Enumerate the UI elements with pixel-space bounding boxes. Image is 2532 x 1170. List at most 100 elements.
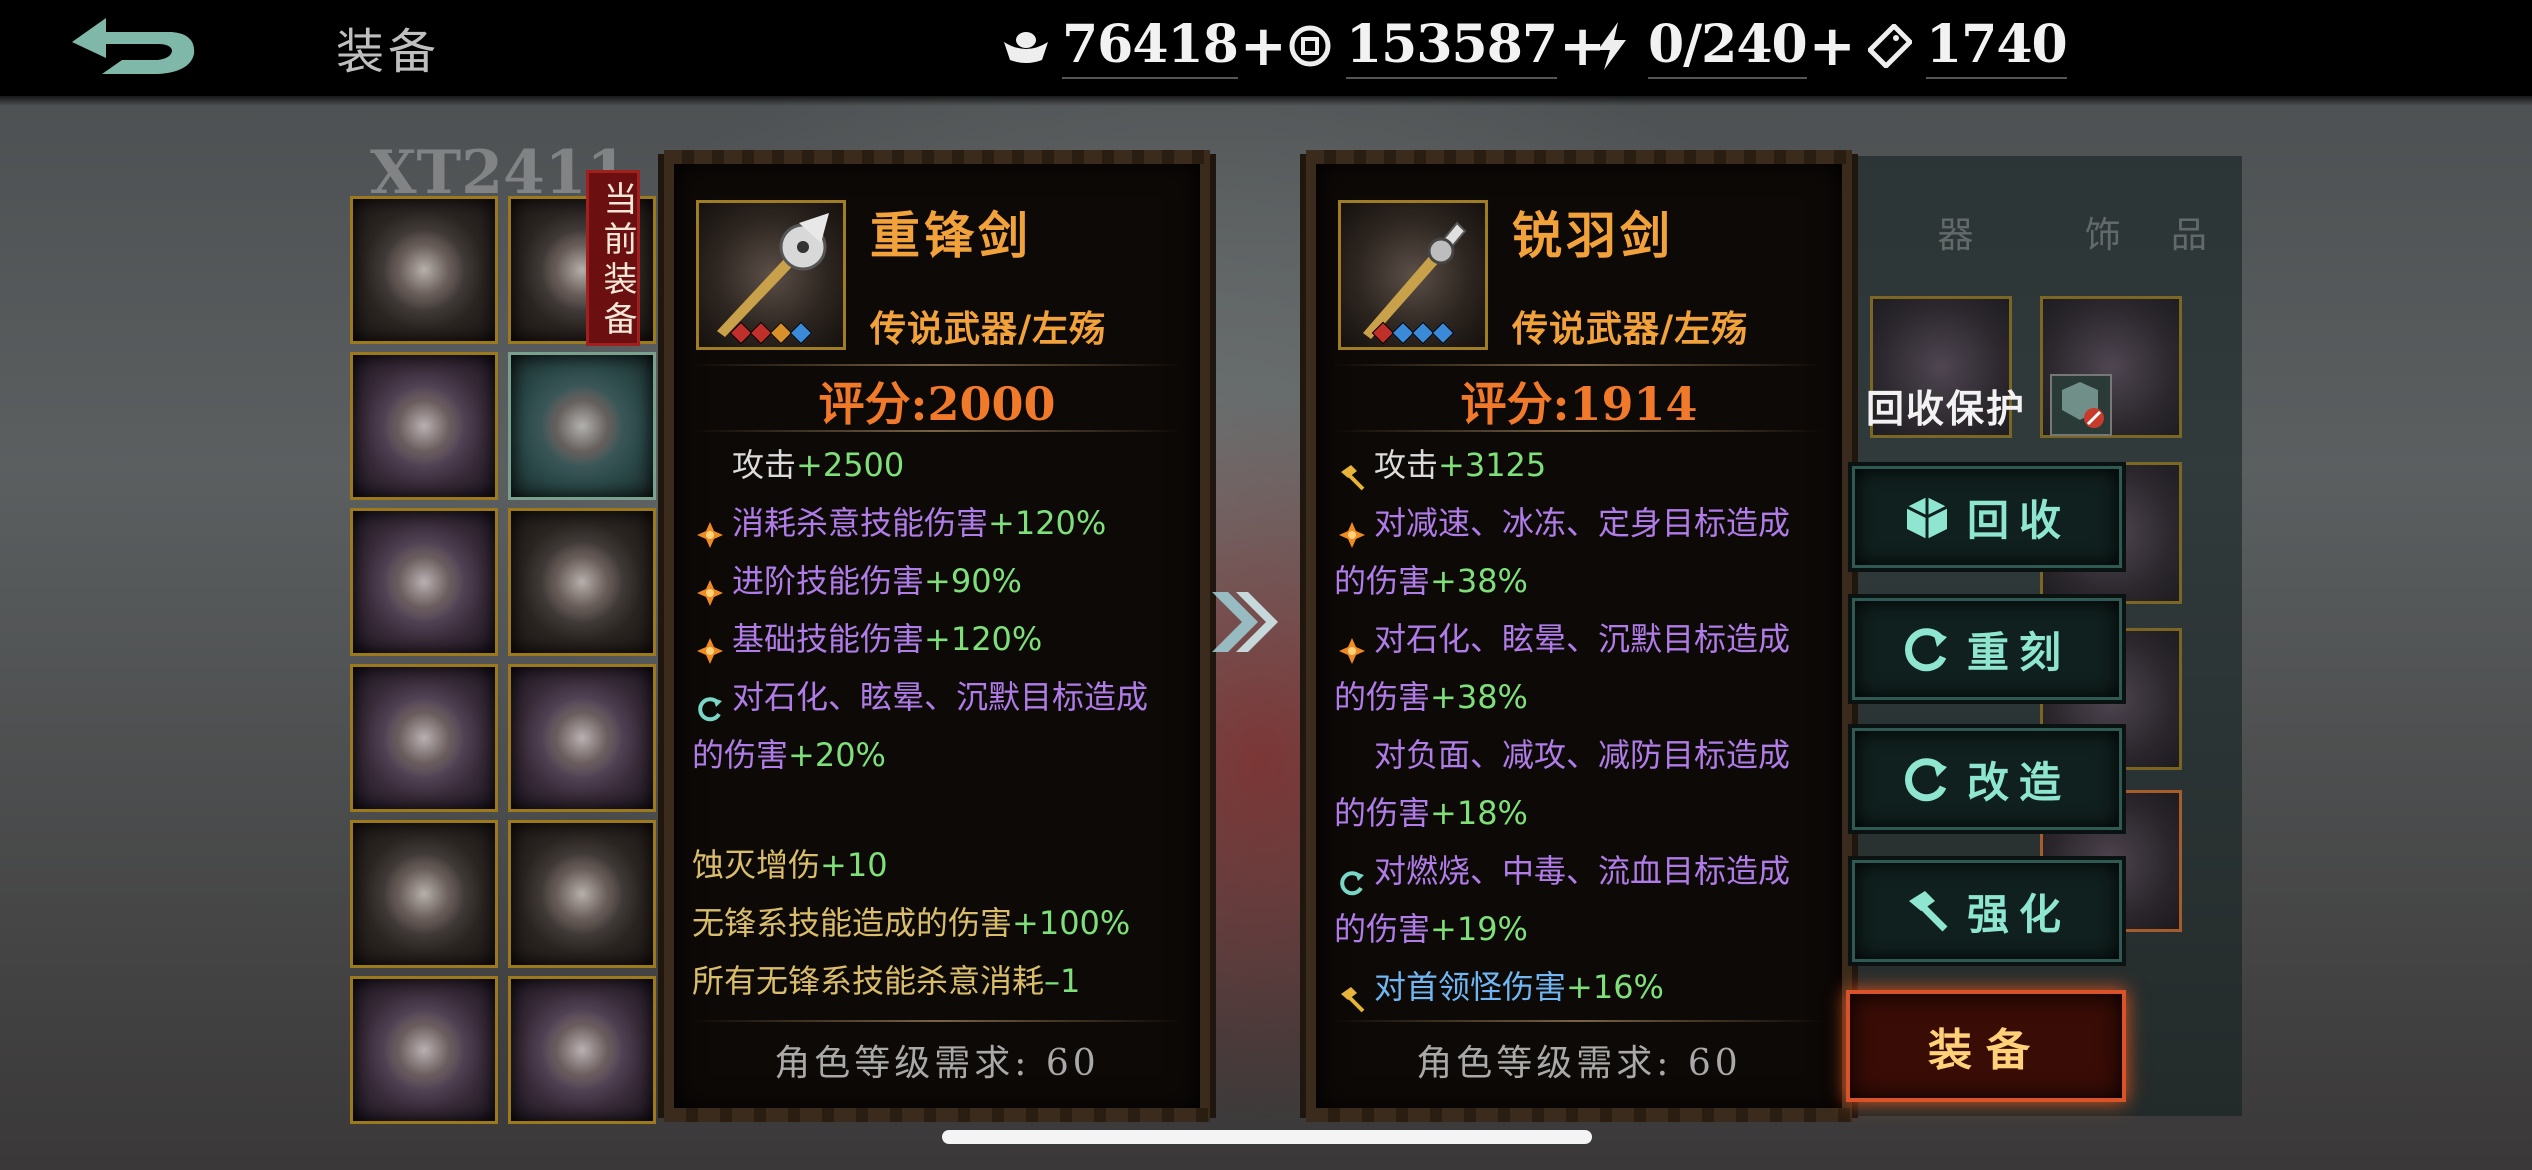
refresh-icon bbox=[1338, 857, 1366, 896]
stat-text: 对燃烧、中毒、流血目标造成 bbox=[1374, 852, 1791, 890]
stat-text-cont: 的伤害 bbox=[1334, 794, 1431, 832]
cube-icon bbox=[1906, 497, 1948, 539]
gem-icon bbox=[1431, 321, 1455, 345]
stat-text: 对石化、眩晕、沉默目标造成 bbox=[1374, 620, 1791, 658]
button-label: 回收 bbox=[1966, 495, 2071, 545]
stat-text: 对石化、眩晕、沉默目标造成 bbox=[732, 678, 1149, 716]
add-silver-button[interactable]: + bbox=[1240, 14, 1287, 79]
stat-value: +38% bbox=[1430, 562, 1528, 600]
inventory-slot[interactable] bbox=[350, 820, 498, 968]
stat-value: +3125 bbox=[1438, 446, 1547, 484]
divider bbox=[692, 1020, 1182, 1022]
item-art bbox=[383, 853, 465, 935]
diamond-icon bbox=[696, 567, 724, 606]
stat-value: +38% bbox=[1430, 678, 1528, 716]
inventory-slot[interactable] bbox=[350, 196, 498, 344]
hammer-icon bbox=[1338, 973, 1366, 1013]
inventory-slot[interactable] bbox=[508, 820, 656, 968]
current-item-card: 重锋剑 传说武器/左殇 评分:2000 攻击+2500 消耗杀意技能伤害+120%… bbox=[664, 150, 1210, 1122]
divider bbox=[692, 430, 1182, 432]
modify-button[interactable]: 改造 bbox=[1852, 728, 2122, 830]
stat-text: 对首领怪伤害 bbox=[1374, 968, 1567, 1006]
item-art bbox=[383, 229, 465, 311]
compare-item-card: 锐羽剑 传说武器/左殇 评分:1914 攻击+3125 对减速、冰冻、定身目标造成… bbox=[1306, 150, 1852, 1122]
item-type: 传说武器/左殇 bbox=[870, 308, 1107, 350]
stat-value: +90% bbox=[924, 562, 1022, 600]
stat-text: 基础技能伤害 bbox=[732, 620, 925, 658]
stat-text-cont: 的伤害 bbox=[1334, 562, 1431, 600]
inventory-slot[interactable] bbox=[508, 664, 656, 812]
item-art bbox=[383, 1009, 465, 1091]
inventory-slot[interactable] bbox=[350, 664, 498, 812]
refresh-icon bbox=[1905, 628, 1947, 672]
recycle-protection-toggle[interactable] bbox=[2050, 374, 2112, 436]
stat-text: 对减速、冰冻、定身目标造成 bbox=[1374, 504, 1791, 542]
item-art bbox=[541, 697, 623, 779]
resource-coin: 153587 + bbox=[1284, 14, 1606, 79]
gem-sockets bbox=[729, 321, 813, 345]
stat-line: 对减速、冰冻、定身目标造成的伤害+38% bbox=[1334, 494, 1832, 610]
stat-list: 攻击+2500 消耗杀意技能伤害+120% 进阶技能伤害+90% 基础技能伤害+120… bbox=[692, 436, 1190, 784]
coin-icon bbox=[1284, 20, 1336, 72]
stat-list: 攻击+3125 对减速、冰冻、定身目标造成 的伤害+38% 对石化、眩晕、沉默目标造成… bbox=[1334, 436, 1832, 1016]
button-label: 改造 bbox=[1966, 757, 2071, 807]
hammer-icon bbox=[1338, 451, 1366, 491]
resource-value: 0/240 bbox=[1648, 14, 1808, 79]
item-type: 传说武器/左殇 bbox=[1512, 308, 1749, 350]
diamond-icon bbox=[696, 509, 724, 548]
inventory-slot[interactable] bbox=[508, 976, 656, 1124]
equip-button[interactable]: 装备 bbox=[1846, 990, 2126, 1102]
home-indicator[interactable] bbox=[942, 1130, 1592, 1144]
stat-line: 对石化、眩晕、沉默目标造成 的伤害+20% bbox=[692, 668, 1190, 784]
stat-line: 对燃烧、中毒、流血目标造成 的伤害+19% bbox=[1334, 842, 1832, 958]
item-art bbox=[541, 853, 623, 935]
stat-value: +2500 bbox=[796, 446, 905, 484]
hammer-icon bbox=[1908, 891, 1948, 932]
top-bar: 装备 76418 + 153587 + 0/240 + 1740 bbox=[0, 0, 2532, 106]
protect-lock-icon bbox=[2062, 382, 2104, 428]
item-art bbox=[541, 1009, 623, 1091]
item-icon-frame bbox=[696, 200, 846, 350]
current-equipped-tag: 当前装备 bbox=[586, 170, 640, 346]
refresh-icon bbox=[696, 683, 724, 722]
resource-ticket: 1740 bbox=[1864, 14, 2068, 79]
stat-line: 对负面、减攻、减防目标造成的伤害+18% bbox=[1334, 726, 1832, 842]
inventory-slot[interactable] bbox=[350, 976, 498, 1124]
inventory-slot[interactable] bbox=[350, 508, 498, 656]
diamond-icon bbox=[696, 625, 724, 664]
add-stamina-button[interactable]: + bbox=[1809, 14, 1856, 79]
item-score: 评分:2000 bbox=[818, 377, 1056, 431]
resource-value: 153587 bbox=[1346, 14, 1558, 79]
stat-value: +120% bbox=[924, 620, 1043, 658]
enhance-button[interactable]: 强化 bbox=[1852, 860, 2122, 962]
divider bbox=[1334, 430, 1824, 432]
stat-text: 对负面、减攻、减防目标造成 bbox=[1374, 736, 1791, 774]
stat-value: –1 bbox=[1044, 962, 1081, 1000]
diamond-icon bbox=[1338, 509, 1366, 548]
inventory-slot[interactable] bbox=[508, 508, 656, 656]
inventory-slot[interactable] bbox=[508, 352, 656, 500]
refresh-icon bbox=[1905, 758, 1947, 802]
inventory-slot[interactable] bbox=[350, 352, 498, 500]
item-art bbox=[541, 541, 623, 623]
stat-text-cont: 的伤害 bbox=[1334, 910, 1431, 948]
recycle-button[interactable]: 回收 bbox=[1852, 466, 2122, 568]
stat-text: 消耗杀意技能伤害 bbox=[732, 504, 989, 542]
item-icon-frame bbox=[1338, 200, 1488, 350]
reforge-button[interactable]: 重刻 bbox=[1852, 598, 2122, 700]
resource-value: 76418 bbox=[1062, 14, 1239, 79]
divider bbox=[1334, 1020, 1824, 1022]
set-bonus-line: 无锋系技能造成的伤害+100% bbox=[692, 894, 1190, 952]
item-art bbox=[541, 385, 623, 467]
stat-line: 基础技能伤害+120% bbox=[692, 610, 1190, 668]
back-button[interactable] bbox=[62, 14, 202, 84]
button-label: 装备 bbox=[1928, 1025, 2044, 1076]
stat-line: 对首领怪伤害+16% bbox=[1334, 958, 1832, 1016]
back-arrow-icon bbox=[72, 18, 195, 74]
recycle-protection-label: 回收保护 bbox=[1866, 386, 2027, 431]
stat-value: +20% bbox=[788, 736, 886, 774]
resource-silver: 76418 + bbox=[1000, 14, 1287, 79]
stat-value: +18% bbox=[1430, 794, 1528, 832]
divider bbox=[692, 364, 1182, 366]
stat-line: 对石化、眩晕、沉默目标造成 的伤害+38% bbox=[1334, 610, 1832, 726]
